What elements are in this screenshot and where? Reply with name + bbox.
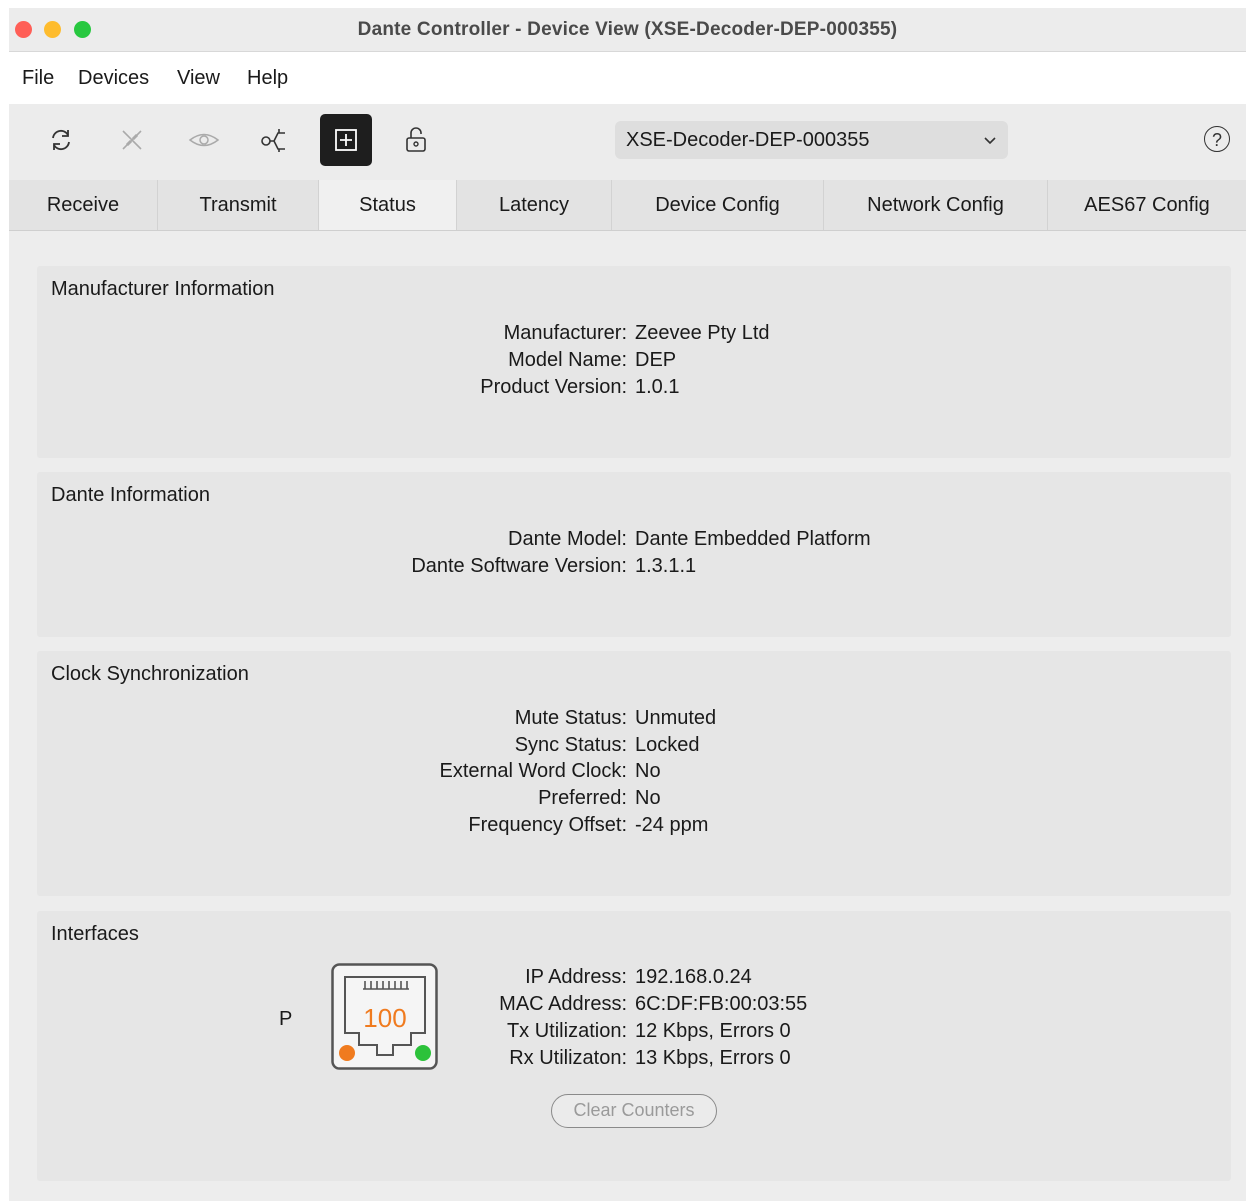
field-value: Locked (635, 734, 700, 756)
refresh-icon (52, 129, 70, 151)
product-version-row: Product Version: 1.0.1 (37, 374, 1231, 401)
refresh-button[interactable] (35, 114, 87, 166)
external-word-clock-row: External Word Clock: No (37, 758, 1231, 785)
field-label: External Word Clock: (439, 760, 627, 782)
field-label: MAC Address: (499, 993, 627, 1015)
tab-device-config[interactable]: Device Config (612, 180, 824, 230)
field-label: Mute Status: (514, 707, 627, 729)
panel-title: Clock Synchronization (51, 663, 249, 685)
status-content: Manufacturer Information Manufacturer: Z… (9, 231, 1246, 1201)
tab-bar: Receive Transmit Status Latency Device C… (9, 180, 1246, 231)
help-button[interactable]: ? (1204, 126, 1230, 152)
network-icon (261, 129, 285, 152)
panel-title: Interfaces (51, 923, 139, 945)
field-value: Dante Embedded Platform (635, 528, 871, 550)
field-label: Product Version: (480, 376, 627, 398)
title-bar: Dante Controller - Device View (XSE-Deco… (9, 8, 1246, 52)
tab-network-config[interactable]: Network Config (824, 180, 1048, 230)
tx-utilization-row: Tx Utilization: 12 Kbps, Errors 0 (37, 1018, 1231, 1045)
mute-status-row: Mute Status: Unmuted (37, 705, 1231, 732)
manufacturer-row: Manufacturer: Zeevee Pty Ltd (37, 320, 1231, 347)
model-name-row: Model Name: DEP (37, 347, 1231, 374)
tab-transmit[interactable]: Transmit (158, 180, 319, 230)
disconnect-icon (122, 130, 142, 150)
field-value: No (635, 760, 661, 782)
chevron-down-icon (984, 137, 996, 145)
field-label: Preferred: (538, 787, 627, 809)
field-value: Zeevee Pty Ltd (635, 322, 770, 344)
field-label: Manufacturer: (503, 322, 627, 344)
field-label: Dante Software Version: (411, 555, 627, 577)
field-value: 13 Kbps, Errors 0 (635, 1047, 791, 1069)
field-label: Sync Status: (514, 734, 627, 756)
app-window: Dante Controller - Device View (XSE-Deco… (9, 8, 1246, 1201)
field-label: Frequency Offset: (468, 814, 627, 836)
device-select[interactable]: XSE-Decoder-DEP-000355 (615, 121, 1008, 159)
dante-model-row: Dante Model: Dante Embedded Platform (37, 526, 1231, 553)
tab-receive[interactable]: Receive (9, 180, 158, 230)
add-view-button[interactable] (320, 114, 372, 166)
field-value: 1.0.1 (635, 376, 680, 398)
field-label: Rx Utilizaton: (509, 1047, 627, 1069)
field-label: Tx Utilization: (506, 1020, 627, 1042)
preferred-row: Preferred: No (37, 785, 1231, 812)
field-value: Unmuted (635, 707, 717, 729)
identify-button[interactable] (178, 114, 230, 166)
tab-latency[interactable]: Latency (457, 180, 612, 230)
tab-aes67-config[interactable]: AES67 Config (1048, 180, 1246, 230)
ip-address-row: IP Address: 192.168.0.24 (37, 964, 1231, 991)
menu-view[interactable]: View (177, 67, 220, 90)
clear-counters-button[interactable]: Clear Counters (551, 1094, 717, 1128)
field-value: 192.168.0.24 (635, 966, 752, 988)
sync-status-row: Sync Status: Locked (37, 732, 1231, 759)
manufacturer-panel: Manufacturer Information Manufacturer: Z… (37, 266, 1231, 458)
tab-status[interactable]: Status (319, 180, 457, 230)
lock-button[interactable] (390, 114, 442, 166)
field-label: Model Name: (508, 349, 627, 371)
field-label: IP Address: (525, 966, 627, 988)
panel-title: Manufacturer Information (51, 278, 275, 300)
device-select-value: XSE-Decoder-DEP-000355 (626, 129, 870, 151)
field-value: DEP (635, 349, 677, 371)
menu-bar: File Devices View Help (9, 52, 1246, 104)
field-value: 6C:DF:FB:00:03:55 (635, 993, 808, 1015)
panel-title: Dante Information (51, 484, 210, 506)
field-value: 12 Kbps, Errors 0 (635, 1020, 791, 1042)
toolbar: XSE-Decoder-DEP-000355 ? (9, 104, 1246, 180)
menu-devices[interactable]: Devices (78, 67, 149, 90)
network-button[interactable] (249, 114, 301, 166)
interfaces-panel: Interfaces P 100 IP Address: 192.168.0.2… (37, 911, 1231, 1181)
eye-icon (188, 133, 220, 147)
unlock-icon (406, 127, 426, 152)
window-title: Dante Controller - Device View (XSE-Deco… (357, 19, 898, 40)
dante-panel: Dante Information Dante Model: Dante Emb… (37, 472, 1231, 637)
dante-software-version-row: Dante Software Version: 1.3.1.1 (37, 553, 1231, 580)
field-value: -24 ppm (635, 814, 709, 836)
menu-file[interactable]: File (22, 67, 54, 90)
field-label: Dante Model: (508, 528, 627, 550)
frequency-offset-row: Frequency Offset: -24 ppm (37, 812, 1231, 839)
menu-help[interactable]: Help (247, 67, 288, 90)
field-value: No (635, 787, 661, 809)
mac-address-row: MAC Address: 6C:DF:FB:00:03:55 (37, 991, 1231, 1018)
disconnect-button[interactable] (106, 114, 158, 166)
clock-panel: Clock Synchronization Mute Status: Unmut… (37, 651, 1231, 896)
rx-utilization-row: Rx Utilizaton: 13 Kbps, Errors 0 (37, 1045, 1231, 1072)
help-icon: ? (1211, 130, 1222, 150)
field-value: 1.3.1.1 (635, 555, 697, 577)
plus-box-icon (335, 129, 357, 151)
